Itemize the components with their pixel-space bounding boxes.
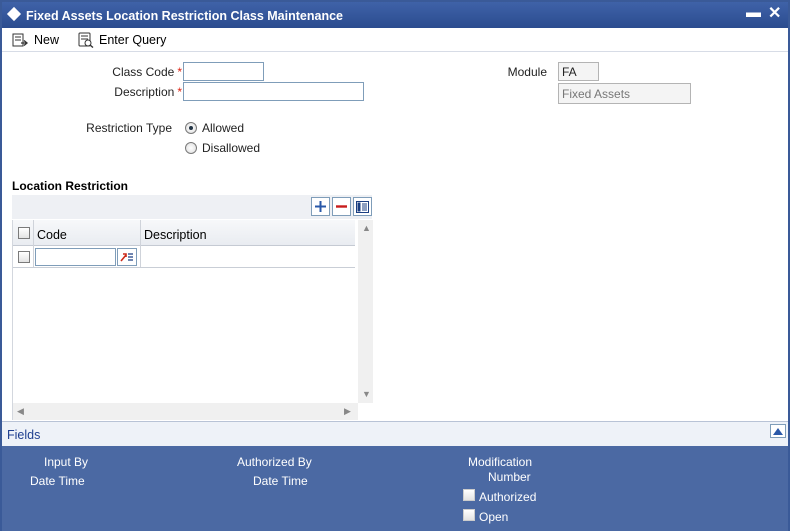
module-label: Module (507, 65, 547, 79)
authorized-by-label: Authorized By (237, 455, 312, 469)
date-time-label: Date Time (30, 474, 85, 488)
location-code-input[interactable] (35, 248, 116, 266)
new-record-icon (12, 33, 29, 46)
row-select-checkbox[interactable] (18, 251, 30, 263)
scroll-down-arrow-icon[interactable]: ▼ (362, 389, 371, 399)
grid-header: Code Description (13, 220, 355, 246)
disallowed-label: Disallowed (202, 141, 261, 155)
vertical-scrollbar[interactable]: ▲ ▼ (358, 220, 373, 403)
code-column-header: Code (37, 228, 67, 242)
close-icon[interactable]: ✕ (768, 3, 781, 23)
description-label: Description * (62, 85, 182, 99)
module-code-field (558, 62, 599, 81)
authorized-date-time-label: Date Time (253, 474, 308, 488)
modification-number-label: Number (488, 470, 531, 484)
fields-link[interactable]: Fields (7, 428, 40, 442)
select-all-checkbox[interactable] (18, 227, 30, 239)
description-input[interactable] (183, 82, 364, 101)
horizontal-scrollbar[interactable]: ◀ ▶ (13, 403, 358, 420)
query-icon (78, 32, 94, 48)
list-view-icon (356, 200, 369, 213)
single-view-button[interactable] (353, 197, 372, 216)
fields-bar: Fields (2, 421, 788, 446)
authorized-checkbox[interactable] (463, 489, 475, 501)
open-label: Open (479, 510, 509, 524)
list-of-values-icon (120, 253, 133, 262)
description-column-header: Description (144, 228, 207, 242)
app-window: Fixed Assets Location Restriction Class … (0, 0, 790, 531)
location-restriction-title: Location Restriction (12, 179, 129, 193)
enter-query-label: Enter Query (99, 33, 167, 47)
plus-icon (315, 201, 326, 212)
grid-toolbar (12, 195, 372, 219)
allowed-radio[interactable] (185, 122, 197, 134)
lov-button[interactable] (117, 248, 137, 266)
required-mark: * (177, 65, 182, 79)
module-description-field (558, 83, 691, 104)
delete-row-button[interactable] (332, 197, 351, 216)
new-button-label: New (34, 33, 60, 47)
disallowed-radio[interactable] (185, 142, 197, 154)
scroll-left-arrow-icon[interactable]: ◀ (17, 406, 24, 417)
window-title: Fixed Assets Location Restriction Class … (26, 9, 343, 23)
description-label-text: Description (114, 85, 175, 99)
class-code-label: Class Code * (62, 65, 182, 79)
enter-query-button[interactable]: Enter Query (77, 31, 166, 49)
up-arrow-icon (773, 427, 783, 435)
allowed-label: Allowed (202, 121, 245, 135)
open-checkbox[interactable] (463, 509, 475, 521)
restriction-type-label: Restriction Type (86, 121, 172, 135)
class-code-input[interactable] (183, 62, 264, 81)
authorized-label: Authorized (479, 490, 537, 504)
table-row (13, 247, 355, 268)
minimize-icon[interactable]: ▬ (746, 4, 761, 21)
scroll-up-arrow-icon[interactable]: ▲ (362, 223, 371, 233)
class-code-label-text: Class Code (112, 65, 175, 79)
toolbar: New Enter Query (2, 28, 788, 52)
input-by-label: Input By (44, 455, 89, 469)
add-row-button[interactable] (311, 197, 330, 216)
scroll-right-arrow-icon[interactable]: ▶ (344, 406, 351, 417)
title-bar: Fixed Assets Location Restriction Class … (2, 2, 788, 28)
new-button[interactable]: New (12, 31, 59, 49)
required-mark: * (177, 85, 182, 99)
window-menu-icon[interactable] (6, 6, 22, 22)
modification-label: Modification (468, 455, 533, 469)
location-restriction-grid: Code Description ▲ ▼ ◀ ▶ (12, 220, 373, 420)
audit-footer: Input By Date Time Authorized By Date Ti… (2, 446, 788, 531)
minus-icon (336, 205, 347, 208)
collapse-footer-button[interactable] (770, 424, 786, 438)
